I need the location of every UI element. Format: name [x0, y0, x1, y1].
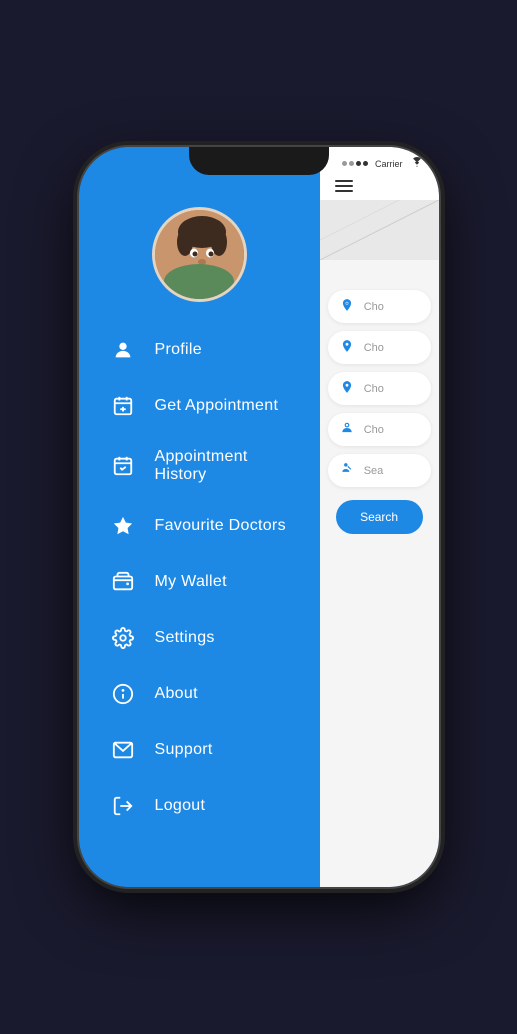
sidebar-item-label: My Wallet [155, 573, 227, 591]
hamburger-line-3 [335, 190, 353, 192]
search-icon [338, 462, 356, 479]
status-bar-info: Carrier [342, 157, 424, 170]
sidebar-item-about[interactable]: About [99, 666, 300, 722]
field-row-5: Sea [328, 454, 431, 487]
sidebar-item-settings[interactable]: Settings [99, 610, 300, 666]
status-bar: Carrier [320, 147, 439, 175]
logout-icon [109, 792, 137, 820]
field-text-5: Sea [364, 465, 384, 477]
location-pin-icon-1 [338, 339, 356, 356]
carrier-label: Carrier [375, 159, 403, 169]
sidebar-item-label: Get Appointment [155, 397, 279, 415]
wallet-icon [109, 568, 137, 596]
hamburger-line-1 [335, 180, 353, 182]
hamburger-button[interactable] [335, 180, 353, 192]
search-button[interactable]: Search [336, 500, 423, 534]
phone-frame: Profile [79, 147, 439, 887]
sidebar-item-support[interactable]: Support [99, 722, 300, 778]
sidebar-item-label: Settings [155, 629, 215, 647]
person-icon [109, 336, 137, 364]
field-text-3: Cho [364, 383, 384, 395]
phone-screen: Profile [79, 147, 439, 887]
avatar [152, 207, 247, 302]
info-icon [109, 680, 137, 708]
envelope-icon [109, 736, 137, 764]
sidebar-item-profile[interactable]: Profile [99, 322, 300, 378]
field-row-1: Cho [328, 290, 431, 323]
calendar-plus-icon [109, 392, 137, 420]
location-doctor-icon [338, 298, 356, 315]
calendar-check-icon [109, 452, 137, 480]
signal-indicator [342, 161, 368, 166]
sidebar-item-label: Favourite Doctors [155, 517, 286, 535]
map-area [320, 200, 439, 260]
sidebar-item-get-appointment[interactable]: Get Appointment [99, 378, 300, 434]
hamburger-bar [320, 175, 439, 200]
field-text-2: Cho [364, 342, 384, 354]
phone-wrapper: Profile [0, 0, 517, 1034]
field-row-2: Cho [328, 331, 431, 364]
field-row-3: Cho [328, 372, 431, 405]
sidebar-item-label: About [155, 685, 198, 703]
sidebar-item-label: Profile [155, 341, 202, 359]
hamburger-line-2 [335, 185, 353, 187]
field-text-1: Cho [364, 301, 384, 313]
wifi-icon [410, 157, 424, 170]
avatar-image [155, 210, 244, 299]
gear-icon [109, 624, 137, 652]
signal-dot-3 [356, 161, 361, 166]
signal-dot-2 [349, 161, 354, 166]
signal-dot-1 [342, 161, 347, 166]
field-row-4: Cho [328, 413, 431, 446]
sidebar-item-logout[interactable]: Logout [99, 778, 300, 834]
phone-notch [189, 147, 329, 175]
form-content: Cho Cho [320, 280, 439, 544]
person-medical-icon [338, 421, 356, 438]
sidebar-item-label: Appointment History [155, 448, 290, 484]
sidebar-drawer: Profile [79, 147, 320, 887]
field-text-4: Cho [364, 424, 384, 436]
location-pin-icon-2 [338, 380, 356, 397]
nav-menu: Profile [79, 322, 320, 834]
sidebar-item-label: Logout [155, 797, 206, 815]
sidebar-item-favourite-doctors[interactable]: Favourite Doctors [99, 498, 300, 554]
star-icon [109, 512, 137, 540]
sidebar-item-my-wallet[interactable]: My Wallet [99, 554, 300, 610]
signal-dot-4 [363, 161, 368, 166]
sidebar-item-label: Support [155, 741, 213, 759]
sidebar-item-appointment-history[interactable]: Appointment History [99, 434, 300, 498]
content-panel: Carrier [320, 147, 439, 887]
